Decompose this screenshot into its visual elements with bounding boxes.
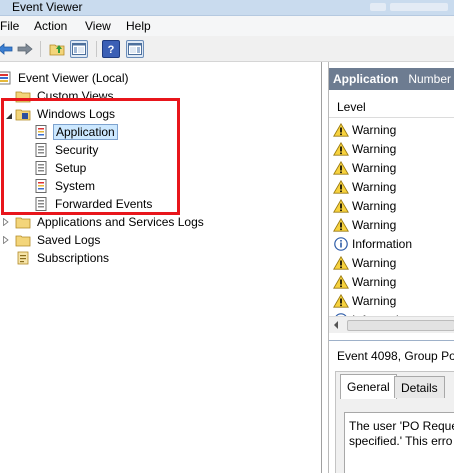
warning-icon bbox=[333, 293, 349, 309]
title-bar: Event Viewer bbox=[0, 0, 454, 16]
window-title: Event Viewer bbox=[12, 0, 83, 14]
event-row[interactable]: Warning bbox=[333, 196, 396, 215]
action-pane-icon bbox=[128, 43, 142, 55]
information-icon bbox=[333, 236, 349, 252]
warning-icon bbox=[333, 255, 349, 271]
show-hide-action-pane-button[interactable] bbox=[126, 40, 144, 58]
tree-label: Saved Logs bbox=[37, 233, 101, 247]
tree-item-applications-and-services-logs[interactable]: Applications and Services Logs bbox=[15, 213, 206, 231]
column-header-level[interactable]: Level bbox=[329, 96, 454, 118]
event-level-label: Warning bbox=[352, 255, 397, 270]
event-level-label: Information bbox=[352, 236, 413, 251]
menu-action[interactable]: Action bbox=[31, 18, 70, 34]
event-level-label: Warning bbox=[352, 217, 397, 232]
subscriptions-icon bbox=[15, 250, 31, 266]
event-level-label: Warning bbox=[352, 198, 397, 213]
help-icon: ? bbox=[108, 44, 115, 56]
event-row[interactable]: Warning bbox=[333, 272, 396, 291]
tree-item-saved-logs[interactable]: Saved Logs bbox=[15, 231, 102, 249]
event-level-label: Warning bbox=[352, 141, 397, 156]
back-button[interactable] bbox=[0, 40, 14, 58]
show-hide-tree-button[interactable] bbox=[70, 40, 88, 58]
event-description-line: The user 'PO Reque bbox=[349, 419, 454, 433]
event-list-pane: Application Number Level Warning Warning W… bbox=[328, 62, 454, 473]
event-level-label: Warning bbox=[352, 179, 397, 194]
warning-icon bbox=[333, 160, 349, 176]
event-row[interactable]: Information bbox=[333, 234, 412, 253]
tree-label: Event Viewer (Local) bbox=[18, 71, 129, 85]
svg-text:?: ? bbox=[108, 44, 115, 56]
warning-icon bbox=[333, 141, 349, 157]
event-details-pane: Event 4098, Group Polic General Details … bbox=[329, 340, 454, 473]
event-level-label: Warning bbox=[352, 274, 397, 289]
event-row[interactable]: Warning bbox=[333, 291, 396, 310]
event-row[interactable]: Warning bbox=[333, 253, 396, 272]
tab-label: General bbox=[347, 380, 390, 394]
warning-icon bbox=[333, 217, 349, 233]
event-row[interactable]: Warning bbox=[333, 177, 396, 196]
event-level-label: Warning bbox=[352, 122, 397, 137]
tree-label: Applications and Services Logs bbox=[37, 215, 204, 229]
event-row[interactable]: Warning bbox=[333, 120, 396, 139]
up-folder-button[interactable] bbox=[48, 40, 66, 58]
event-description-line: specified.' This erro bbox=[349, 434, 453, 448]
menu-help[interactable]: Help bbox=[123, 18, 154, 34]
column-header-label: Level bbox=[337, 99, 366, 114]
horizontal-scrollbar[interactable] bbox=[329, 316, 454, 333]
details-tabs: General Details The user 'PO Reque speci… bbox=[335, 371, 454, 473]
warning-icon bbox=[333, 179, 349, 195]
toolbar-separator bbox=[96, 41, 97, 57]
event-row[interactable]: Warning bbox=[333, 158, 396, 177]
blurred-title-area bbox=[370, 3, 386, 11]
tab-label: Details bbox=[401, 380, 438, 395]
forward-button[interactable] bbox=[16, 40, 34, 58]
toolbar-separator bbox=[40, 41, 41, 57]
tree-label: Subscriptions bbox=[37, 251, 110, 265]
tree-item-event-viewer-local[interactable]: Event Viewer (Local) bbox=[0, 69, 131, 87]
highlight-box bbox=[1, 98, 180, 215]
pane-header-title: Application bbox=[333, 72, 399, 86]
forward-arrow-icon bbox=[17, 43, 33, 55]
event-level-label: Warning bbox=[352, 293, 397, 308]
scroll-left-icon bbox=[334, 321, 338, 329]
console-tree-icon bbox=[72, 43, 86, 55]
menu-bar: File Action View Help bbox=[0, 16, 454, 36]
event-viewer-icon bbox=[0, 70, 12, 86]
menu-file[interactable]: File bbox=[0, 18, 22, 34]
event-row[interactable]: Warning bbox=[333, 215, 396, 234]
menu-view[interactable]: View bbox=[82, 18, 114, 34]
expand-arrow-icon[interactable] bbox=[3, 218, 9, 226]
event-details-title: Event 4098, Group Polic bbox=[337, 349, 454, 363]
help-button[interactable]: ? bbox=[102, 40, 120, 58]
folder-icon bbox=[15, 232, 31, 248]
warning-icon bbox=[333, 198, 349, 214]
event-level-label: Warning bbox=[352, 160, 397, 175]
event-description: The user 'PO Reque specified.' This erro bbox=[349, 419, 454, 449]
pane-header: Application Number bbox=[329, 68, 454, 90]
pane-header-number: Number bbox=[408, 72, 452, 86]
warning-icon bbox=[333, 274, 349, 290]
event-row[interactable]: Warning bbox=[333, 139, 396, 158]
tree-item-subscriptions[interactable]: Subscriptions bbox=[15, 249, 111, 267]
folder-icon bbox=[15, 214, 31, 230]
toolbar: ? bbox=[0, 36, 454, 62]
folder-up-icon bbox=[49, 44, 65, 56]
expand-arrow-icon[interactable] bbox=[3, 236, 9, 244]
back-arrow-icon bbox=[0, 43, 13, 55]
warning-icon bbox=[333, 122, 349, 138]
tab-details[interactable]: Details bbox=[394, 376, 445, 398]
scrollbar-thumb[interactable] bbox=[347, 320, 454, 331]
tab-general[interactable]: General bbox=[340, 374, 397, 399]
general-tab-content: The user 'PO Reque specified.' This erro bbox=[344, 412, 454, 473]
blurred-title-area bbox=[390, 3, 448, 11]
